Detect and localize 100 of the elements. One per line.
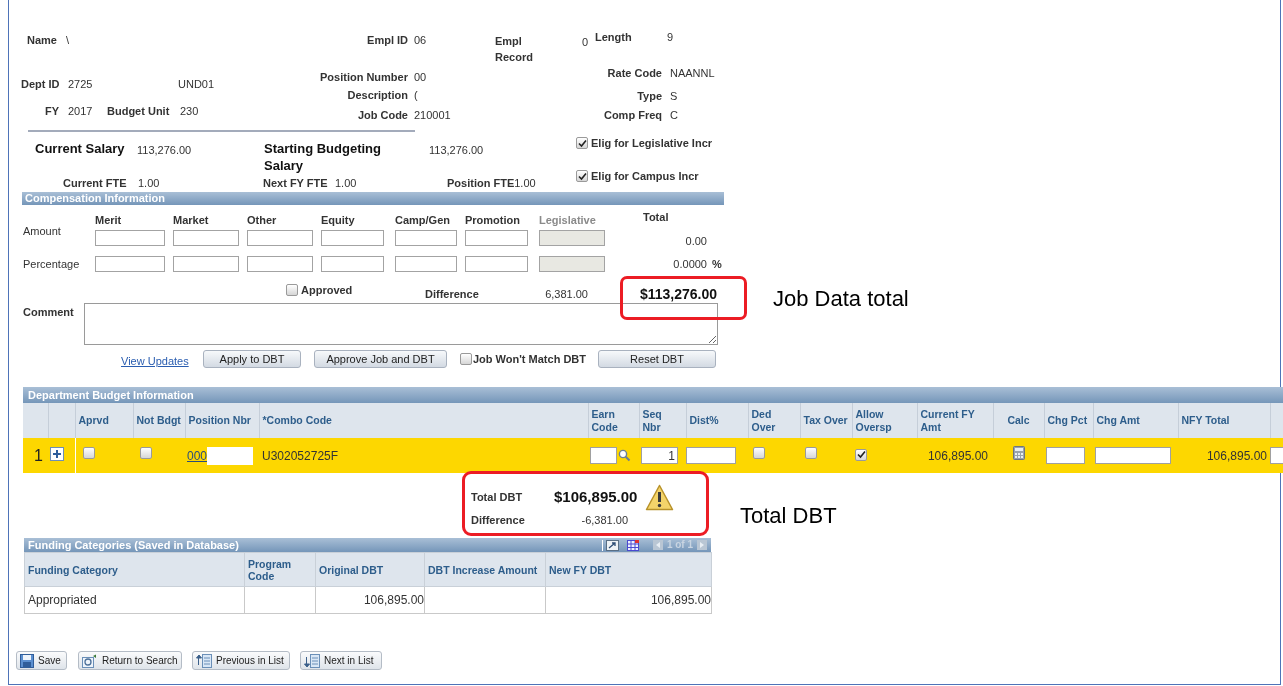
field-label: Name: [27, 33, 58, 47]
field-value: 210001: [414, 108, 451, 122]
field-label: Comment: [22, 305, 75, 319]
checkbox[interactable]: [286, 284, 298, 296]
field-label: Job Code: [356, 108, 408, 122]
field-value: 06: [414, 33, 427, 47]
seq-field[interactable]: 1: [641, 447, 678, 464]
checkbox[interactable]: [855, 448, 867, 461]
checkbox-label: Job Won't Match DBT: [473, 352, 586, 366]
action-button[interactable]: Approve Job and DBT: [314, 350, 447, 368]
column-header: Equity: [321, 213, 356, 227]
field-label: Type: [636, 89, 662, 103]
unit-label: %: [712, 257, 722, 271]
table-cell: 106,895.00: [1206, 448, 1267, 463]
field-value: 0: [580, 35, 589, 49]
column-header: New FY DBT: [545, 552, 712, 587]
column-header: Program Code: [244, 552, 316, 587]
comment-field[interactable]: [84, 303, 718, 345]
toolbar-button[interactable]: Return to Search: [78, 651, 182, 670]
input-field[interactable]: [590, 447, 617, 464]
table-cell: U302052725F: [262, 448, 339, 463]
field-label: Empl Record: [495, 34, 534, 65]
input-field[interactable]: [686, 447, 736, 464]
field-label: Total DBT: [471, 489, 524, 505]
row-label: Amount: [22, 224, 62, 238]
column-header: Other: [247, 213, 278, 227]
previous-icon[interactable]: [652, 540, 663, 550]
zoom-icon[interactable]: [601, 539, 619, 551]
calculator-icon[interactable]: [1012, 446, 1025, 461]
column-header: Original DBT: [315, 552, 425, 587]
checkbox[interactable]: [82, 447, 95, 460]
view-updates-link[interactable]: View Updates: [121, 354, 203, 368]
input-field[interactable]: [465, 230, 528, 246]
column-header: Camp/Gen: [395, 213, 451, 227]
toolbar-button[interactable]: Next in List: [300, 651, 382, 670]
field-label: Length: [595, 30, 633, 44]
grid-icon[interactable]: [626, 539, 639, 551]
field-value: 1.00: [138, 176, 161, 190]
pager-text: 1 of 1: [666, 538, 693, 552]
checkbox[interactable]: [753, 447, 765, 460]
input-field[interactable]: [173, 230, 239, 246]
toolbar-button[interactable]: Previous in List: [192, 651, 290, 670]
field-label: Position FTE: [447, 176, 515, 190]
input-field[interactable]: [247, 230, 313, 246]
field-value: 230: [180, 104, 199, 118]
column-header: Total: [643, 210, 669, 224]
field-value: 6,381.00: [544, 287, 588, 301]
action-button[interactable]: Apply to DBT: [203, 350, 301, 368]
save-icon: [20, 653, 34, 668]
redaction-block: [207, 446, 254, 465]
annotation-label: Job Data total: [773, 285, 909, 313]
input-field[interactable]: [1095, 447, 1171, 464]
field-label: Starting Budgeting Salary: [264, 140, 382, 174]
toolbar-button[interactable]: Save: [16, 651, 67, 670]
input-field[interactable]: [321, 256, 384, 272]
total-value: 0.00: [684, 234, 707, 248]
field-value: 2017: [68, 104, 94, 118]
input-field[interactable]: [395, 256, 457, 272]
input-field[interactable]: [95, 256, 165, 272]
warning-icon: [645, 483, 675, 511]
column-header: Market: [173, 213, 210, 227]
next-icon[interactable]: [697, 540, 707, 550]
position-link[interactable]: 000: [187, 446, 208, 465]
checkbox-label: Elig for Legislative Incr: [591, 136, 713, 150]
add-row-button[interactable]: [50, 447, 64, 462]
field-label: Rate Code: [606, 66, 662, 80]
field-label: Next FY FTE: [263, 176, 329, 190]
field-label: Current Salary: [35, 140, 126, 157]
table-cell: 106,895.00: [650, 593, 711, 607]
field-value: 00: [414, 70, 427, 84]
checkbox[interactable]: [460, 353, 472, 365]
field-label: Current FTE: [63, 176, 128, 190]
column-header: DBT Increase Amount: [424, 552, 546, 587]
input-field[interactable]: [173, 256, 239, 272]
field-value: 1.00: [335, 176, 358, 190]
field-label: Difference: [425, 287, 480, 301]
checkbox-label: Approved: [301, 283, 353, 297]
action-button[interactable]: Reset DBT: [598, 350, 716, 368]
table-cell: Appropriated: [28, 593, 97, 607]
table-cell: 106,895.00: [363, 593, 424, 607]
total-value: 0.0000: [672, 257, 707, 271]
checkbox[interactable]: [576, 170, 588, 182]
input-field[interactable]: [321, 230, 384, 246]
input-field[interactable]: [247, 256, 313, 272]
input-field[interactable]: [1046, 447, 1085, 464]
field-value: 113,276.00: [429, 143, 484, 157]
checkbox[interactable]: [140, 447, 152, 460]
input-field[interactable]: [465, 256, 528, 272]
checkbox[interactable]: [805, 447, 817, 460]
field-value: (: [414, 88, 418, 102]
field-value: NAANNL: [670, 66, 715, 80]
field-value: 113,276.00: [137, 143, 193, 157]
list-down-icon: [304, 653, 320, 668]
field-value: 2725: [68, 77, 94, 91]
search-icon[interactable]: [618, 449, 631, 462]
input-field[interactable]: [95, 230, 165, 246]
field-value: \: [66, 33, 70, 47]
input-field[interactable]: [395, 230, 457, 246]
checkbox[interactable]: [576, 137, 588, 149]
field-label: FY: [45, 104, 61, 118]
